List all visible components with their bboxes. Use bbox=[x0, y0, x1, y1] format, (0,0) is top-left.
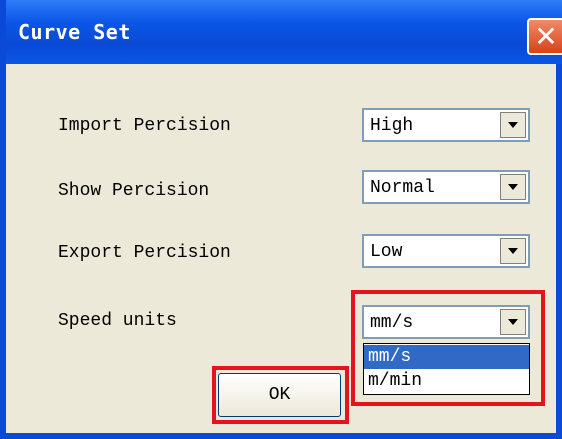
show-percision-value: Normal bbox=[370, 178, 435, 198]
chevron-down-icon[interactable] bbox=[500, 112, 526, 138]
window-title: Curve Set bbox=[18, 20, 131, 44]
import-percision-label: Import Percision bbox=[58, 116, 231, 136]
speed-units-label: Speed units bbox=[58, 311, 177, 331]
export-percision-label: Export Percision bbox=[58, 243, 231, 263]
close-icon: ✕ bbox=[534, 20, 558, 53]
show-percision-select[interactable]: Normal bbox=[362, 170, 530, 204]
import-percision-value: High bbox=[370, 116, 414, 136]
chevron-down-icon[interactable] bbox=[500, 174, 526, 200]
chevron-down-icon[interactable] bbox=[500, 238, 526, 264]
curve-set-dialog: Curve Set ✕ Import Percision High Show P… bbox=[0, 0, 562, 439]
export-percision-value: Low bbox=[370, 242, 403, 262]
title-bar[interactable]: Curve Set ✕ bbox=[6, 0, 562, 64]
highlight-box-speed-units bbox=[351, 290, 545, 406]
close-button[interactable]: ✕ bbox=[527, 18, 562, 55]
show-percision-label: Show Percision bbox=[58, 181, 210, 201]
highlight-box-ok bbox=[212, 366, 349, 424]
import-percision-select[interactable]: High bbox=[362, 108, 530, 142]
export-percision-select[interactable]: Low bbox=[362, 234, 530, 268]
